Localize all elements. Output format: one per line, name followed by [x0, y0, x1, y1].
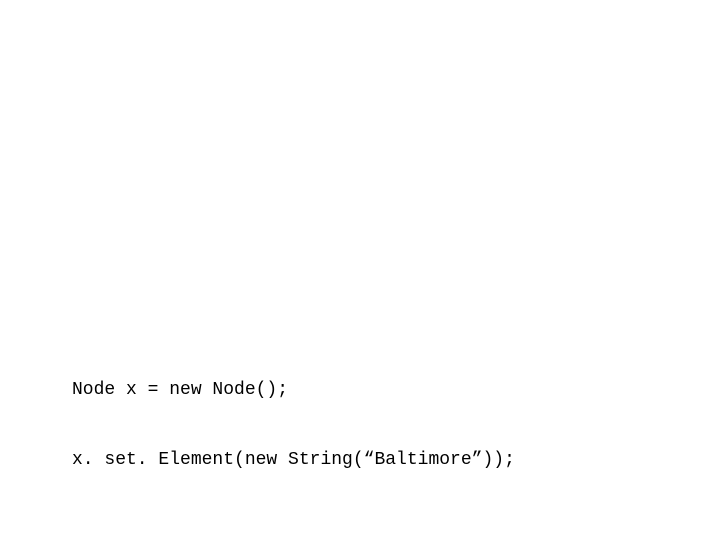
code-snippet: Node x = new Node(); x. set. Element(new…: [72, 332, 515, 496]
code-line-2: x. set. Element(new String(“Baltimore”))…: [72, 449, 515, 472]
code-line-1: Node x = new Node();: [72, 379, 515, 402]
